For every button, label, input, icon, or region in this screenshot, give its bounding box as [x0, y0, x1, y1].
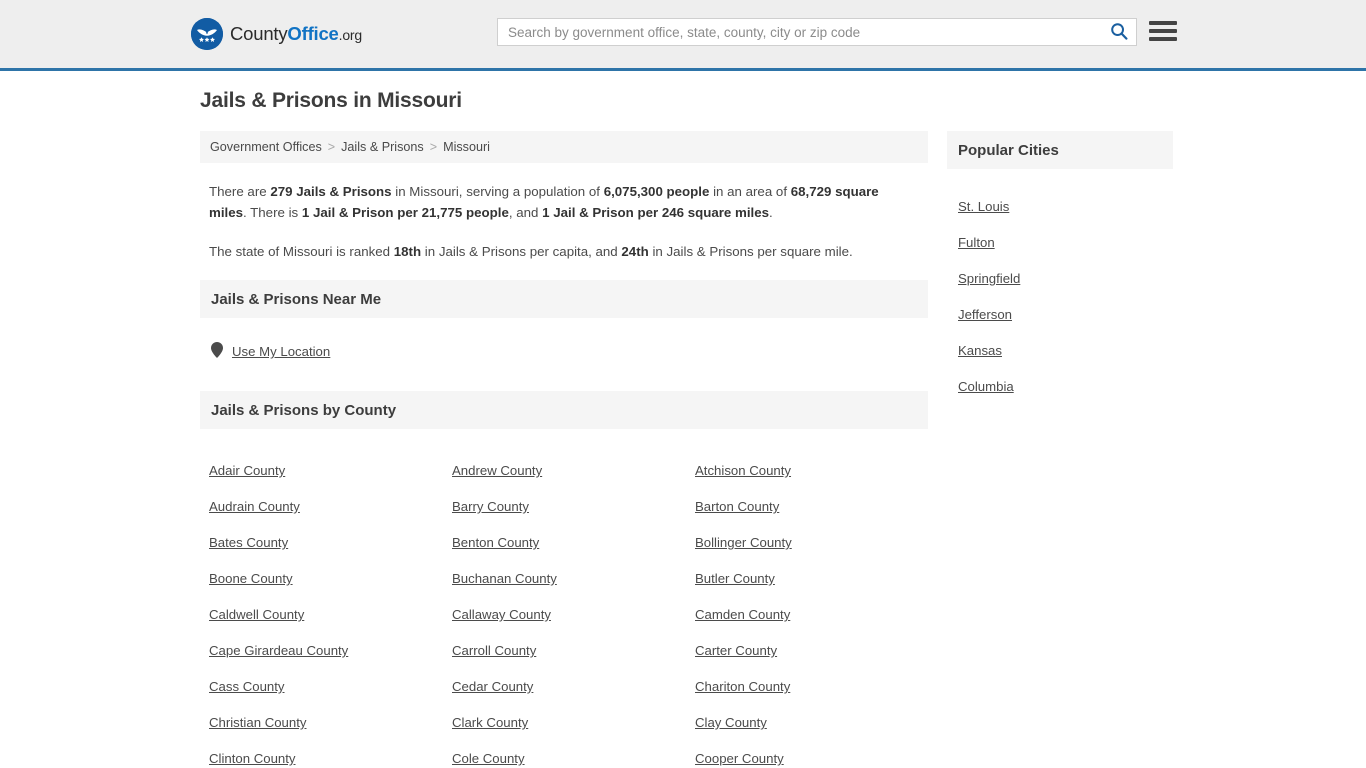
search-icon — [1110, 22, 1128, 43]
intro-p1-per-area: 1 Jail & Prison per 246 square miles — [542, 205, 770, 220]
county-link[interactable]: Buchanan County — [452, 561, 695, 597]
breadcrumb: Government Offices > Jails & Prisons > M… — [200, 131, 928, 163]
county-link[interactable]: Camden County — [695, 597, 938, 633]
county-link[interactable]: Benton County — [452, 525, 695, 561]
intro-p1-t1: There are — [209, 184, 271, 199]
intro-p1-t4: . There is — [243, 205, 302, 220]
county-link[interactable]: Andrew County — [452, 453, 695, 489]
use-my-location-link[interactable]: Use My Location — [211, 342, 330, 361]
county-link[interactable]: Cape Girardeau County — [209, 633, 452, 669]
use-my-location-label: Use My Location — [232, 344, 331, 359]
site-logo-link[interactable]: CountyOffice.org — [191, 18, 362, 50]
popular-cities-list: St. Louis Fulton Springfield Jefferson Kansa… — [947, 169, 1173, 405]
site-header: CountyOffice.org — [0, 0, 1366, 68]
search-button[interactable] — [1102, 19, 1136, 45]
brand-wordmark: CountyOffice.org — [230, 23, 362, 45]
county-link[interactable]: Clinton County — [209, 741, 452, 768]
county-link[interactable]: Audrain County — [209, 489, 452, 525]
page-title: Jails & Prisons in Missouri — [200, 89, 462, 112]
popular-city-link[interactable]: Kansas — [958, 333, 1173, 369]
breadcrumb-separator-2: > — [429, 140, 438, 154]
search-bar[interactable] — [497, 18, 1137, 46]
hamburger-menu-button[interactable] — [1149, 17, 1177, 45]
county-link[interactable]: Cass County — [209, 669, 452, 705]
breadcrumb-item-jails-prisons[interactable]: Jails & Prisons — [341, 140, 424, 154]
near-me-body: Use My Location — [200, 318, 928, 385]
intro-p2-rank-capita: 18th — [393, 244, 422, 259]
near-me-heading: Jails & Prisons Near Me — [200, 280, 928, 318]
popular-city-link[interactable]: Fulton — [958, 225, 1173, 261]
county-link[interactable]: Carter County — [695, 633, 938, 669]
brand-part-county: County — [230, 23, 288, 44]
intro-text: There are 279 Jails & Prisons in Missour… — [200, 181, 928, 262]
county-link[interactable]: Barry County — [452, 489, 695, 525]
popular-city-link[interactable]: Jefferson — [958, 297, 1173, 333]
main-column: Government Offices > Jails & Prisons > M… — [200, 131, 928, 768]
intro-paragraph-rank: The state of Missouri is ranked 18th in … — [209, 241, 919, 262]
sidebar: Popular Cities St. Louis Fulton Springfiel… — [947, 131, 1173, 405]
county-link[interactable]: Bollinger County — [695, 525, 938, 561]
hamburger-menu-icon-bar-2 — [1149, 29, 1177, 33]
county-link[interactable]: Bates County — [209, 525, 452, 561]
intro-p1-count: 279 Jails & Prisons — [270, 184, 392, 199]
intro-p1-t5: , and — [508, 205, 543, 220]
intro-p1-t3: in an area of — [709, 184, 791, 199]
intro-paragraph-stats: There are 279 Jails & Prisons in Missour… — [209, 181, 919, 223]
eagle-stars-logo-icon — [191, 18, 223, 50]
page-body: Jails & Prisons in Missouri Government O… — [0, 71, 1366, 768]
breadcrumb-separator-1: > — [327, 140, 336, 154]
county-link[interactable]: Butler County — [695, 561, 938, 597]
county-link[interactable]: Barton County — [695, 489, 938, 525]
county-link-grid: Adair County Andrew County Atchison County… — [200, 429, 928, 768]
intro-p2-t2: in Jails & Prisons per capita, and — [421, 244, 622, 259]
intro-p1-t2: in Missouri, serving a population of — [391, 184, 604, 199]
county-link[interactable]: Carroll County — [452, 633, 695, 669]
by-county-heading: Jails & Prisons by County — [200, 391, 928, 429]
popular-cities-heading: Popular Cities — [947, 131, 1173, 169]
county-link[interactable]: Atchison County — [695, 453, 938, 489]
county-link[interactable]: Callaway County — [452, 597, 695, 633]
popular-city-link[interactable]: Springfield — [958, 261, 1173, 297]
county-link[interactable]: Boone County — [209, 561, 452, 597]
brand-part-org: .org — [338, 27, 363, 43]
breadcrumb-item-government-offices[interactable]: Government Offices — [210, 140, 322, 154]
county-link[interactable]: Chariton County — [695, 669, 938, 705]
popular-city-link[interactable]: St. Louis — [958, 189, 1173, 225]
hamburger-menu-icon-bar-3 — [1149, 37, 1177, 41]
county-link[interactable]: Caldwell County — [209, 597, 452, 633]
intro-p1-t6: . — [769, 205, 773, 220]
county-link[interactable]: Christian County — [209, 705, 452, 741]
brand-part-office: Office — [287, 23, 339, 44]
intro-p2-rank-area: 24th — [621, 244, 649, 259]
county-link[interactable]: Cedar County — [452, 669, 695, 705]
breadcrumb-item-missouri[interactable]: Missouri — [443, 140, 490, 154]
county-link[interactable]: Adair County — [209, 453, 452, 489]
intro-p1-population: 6,075,300 people — [603, 184, 710, 199]
county-link[interactable]: Cole County — [452, 741, 695, 768]
county-link[interactable]: Clark County — [452, 705, 695, 741]
map-pin-icon — [211, 342, 223, 361]
intro-p2-t1: The state of Missouri is ranked — [209, 244, 394, 259]
intro-p2-t3: in Jails & Prisons per square mile. — [648, 244, 853, 259]
intro-p1-per-people: 1 Jail & Prison per 21,775 people — [301, 205, 509, 220]
county-link[interactable]: Cooper County — [695, 741, 938, 768]
hamburger-menu-icon-bar-1 — [1149, 21, 1177, 25]
county-link[interactable]: Clay County — [695, 705, 938, 741]
search-input[interactable] — [498, 19, 1102, 45]
popular-city-link[interactable]: Columbia — [958, 369, 1173, 405]
